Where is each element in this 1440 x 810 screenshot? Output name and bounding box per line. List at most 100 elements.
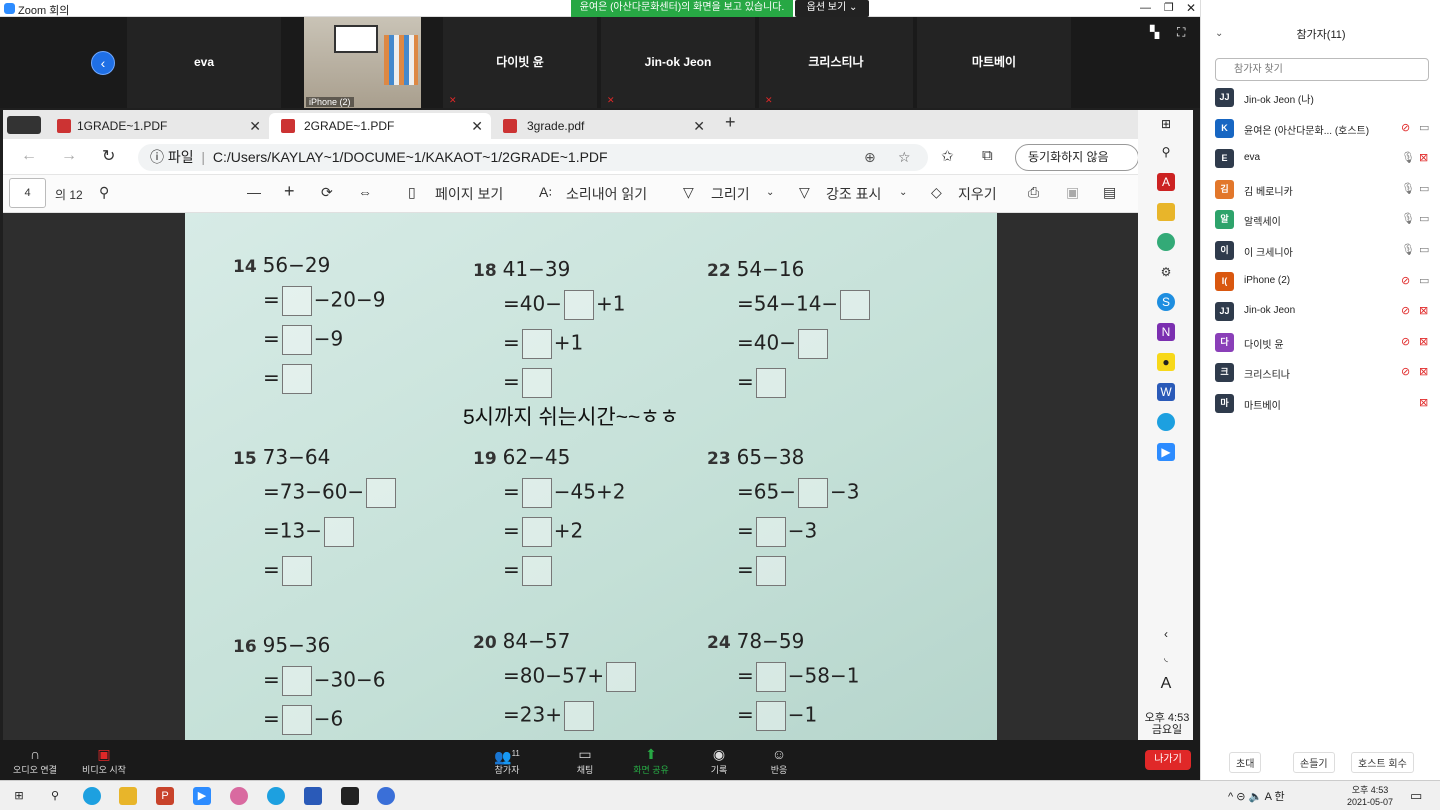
draw-button[interactable]: 그리기 xyxy=(711,184,750,204)
fullscreen-icon[interactable]: ⛶ xyxy=(1177,25,1185,40)
network-icon[interactable]: ⊝ xyxy=(1236,791,1245,803)
participant-row[interactable]: JJ Jin-ok Jeon ⊘ ⊠ xyxy=(1201,298,1440,328)
acrobat-icon[interactable]: A xyxy=(1157,173,1175,191)
inkscape-icon[interactable] xyxy=(341,787,359,805)
tab-3grade[interactable]: 3grade.pdf ✕ xyxy=(491,113,713,139)
page-number-input[interactable]: 4 xyxy=(9,178,46,208)
chat-button[interactable]: ▭ 채팅 xyxy=(566,745,604,776)
ime-hangul-indicator[interactable]: 한 xyxy=(1274,791,1284,803)
edge-icon[interactable] xyxy=(267,787,285,805)
minimize-icon[interactable]: — xyxy=(1140,2,1151,14)
ime-mode-icon[interactable]: A xyxy=(1157,675,1175,693)
read-aloud-button[interactable]: 소리내어 읽기 xyxy=(566,184,647,204)
kakaotalk-icon[interactable]: ● xyxy=(1157,353,1175,371)
video-tile[interactable]: Jin-ok Jeon ✕ xyxy=(601,17,755,108)
chevron-up-icon[interactable]: ^ xyxy=(1228,791,1233,803)
windows-icon[interactable]: ⊞ xyxy=(1157,115,1175,133)
skype-icon[interactable]: S xyxy=(1157,293,1175,311)
paint-icon[interactable] xyxy=(230,787,248,805)
save-icon[interactable]: ▣ xyxy=(1066,184,1079,201)
video-tile[interactable]: 크리스티나 ✕ xyxy=(759,17,913,108)
participant-row[interactable]: 이 이 크세니아 🎙 ▭ xyxy=(1201,237,1440,267)
print-icon[interactable]: ⎙ xyxy=(1028,184,1039,201)
refresh-icon[interactable]: ↻ xyxy=(102,146,115,166)
participant-search-input[interactable]: 참가자 찾기 xyxy=(1215,58,1429,81)
zoom-icon[interactable]: ▶ xyxy=(193,787,211,805)
collections-icon[interactable]: ⧉ xyxy=(982,147,993,164)
zoom-in-icon[interactable]: + xyxy=(284,181,295,202)
settings-icon[interactable]: ⚙ xyxy=(1157,263,1175,281)
video-tile-iphone[interactable]: iPhone (2) xyxy=(304,17,421,108)
tab-close-icon[interactable]: ✕ xyxy=(693,113,705,139)
leave-button[interactable]: 나가기 xyxy=(1145,750,1191,770)
folder-icon[interactable] xyxy=(1157,203,1175,221)
chrome-icon[interactable] xyxy=(1157,233,1175,251)
word-icon[interactable]: W xyxy=(1157,383,1175,401)
participant-row[interactable]: 알 알렉세이 🎙 ▭ xyxy=(1201,206,1440,236)
app-icon[interactable] xyxy=(304,787,322,805)
search-icon[interactable]: ⚲ xyxy=(99,184,109,201)
audio-button[interactable]: ∩ 오디오 연결 xyxy=(8,745,62,776)
view-options-button[interactable]: 옵션 보기 ⌄ xyxy=(795,0,869,17)
start-icon[interactable]: ⊞ xyxy=(10,787,28,805)
video-button[interactable]: ▣ 비디오 시작 xyxy=(76,745,132,776)
participant-row[interactable]: 다 다이빗 윤 ⊘ ⊠ xyxy=(1201,329,1440,359)
participant-row[interactable]: K 윤여은 (아산다문화... (호스트) ⊘ ▭ xyxy=(1201,115,1440,145)
participant-row[interactable]: I(iPhone (2) ⊘ ▭ xyxy=(1201,268,1440,298)
reclaim-host-button[interactable]: 호스트 회수 xyxy=(1351,752,1414,773)
participant-row[interactable]: Eeva 🎙 ⊠ xyxy=(1201,145,1440,175)
forward-icon[interactable]: → xyxy=(61,147,77,165)
taskbar-clock[interactable]: 오후 4:53 2021-05-07 xyxy=(1345,784,1395,808)
reactions-button[interactable]: ☺ 반응 xyxy=(760,745,798,776)
erase-button[interactable]: 지우기 xyxy=(958,184,997,204)
tab-close-icon[interactable]: ✕ xyxy=(249,113,261,139)
network-icon[interactable]: ◟ xyxy=(1157,650,1175,668)
edge-icon[interactable] xyxy=(1157,413,1175,431)
participants-button[interactable]: 👥11 참가자 xyxy=(488,745,526,776)
page-view-button[interactable]: 페이지 보기 xyxy=(435,184,503,204)
layout-icon[interactable]: ▚ xyxy=(1150,25,1159,39)
zoom-app-icon[interactable]: ▶ xyxy=(1157,443,1175,461)
chevron-down-icon[interactable]: ⌄ xyxy=(899,187,907,198)
onenote-icon[interactable]: N xyxy=(1157,323,1175,341)
url-field[interactable]: ⓘ 파일 | C:/Users/KAYLAY~1/DOCUME~1/KAKAOT… xyxy=(138,144,928,171)
invite-button[interactable]: 초대 xyxy=(1229,752,1262,773)
tab-1grade[interactable]: 1GRADE~1.PDF ✕ xyxy=(23,113,269,139)
tab-close-icon[interactable]: ✕ xyxy=(471,113,483,139)
tab-2grade[interactable]: 2GRADE~1.PDF ✕ xyxy=(269,113,491,139)
favorites-icon[interactable]: ✩ xyxy=(941,147,954,165)
powerpoint-icon[interactable]: P xyxy=(156,787,174,805)
notification-icon[interactable]: ▭ xyxy=(1410,788,1422,804)
record-button[interactable]: ◉ 기록 xyxy=(700,745,738,776)
pdf-viewer[interactable]: 14 56−29 = −20−9 = −9 = 18 41−39 =40− +1 = +1 … xyxy=(3,213,1138,740)
sync-button[interactable]: 동기화하지 않음 xyxy=(1015,144,1139,171)
video-tile[interactable]: eva xyxy=(127,17,281,108)
volume-icon[interactable]: 🔈 xyxy=(1249,791,1263,803)
participant-row[interactable]: 김 김 베로니카 🎙 ▭ xyxy=(1201,176,1440,206)
zoom-icon[interactable]: ⊕ xyxy=(864,144,876,171)
edge-icon[interactable] xyxy=(83,787,101,805)
chevron-left-icon[interactable]: ‹ xyxy=(1157,625,1175,643)
back-icon[interactable]: ← xyxy=(21,147,37,165)
search-icon[interactable]: ⚲ xyxy=(1157,143,1175,161)
video-tile[interactable]: 마트베이 xyxy=(917,17,1071,108)
chevron-down-icon[interactable]: ⌄ xyxy=(766,187,774,198)
close-icon[interactable]: ✕ xyxy=(1186,1,1196,15)
raise-hand-button[interactable]: 손들기 xyxy=(1293,752,1335,773)
add-favorite-icon[interactable]: ☆ xyxy=(898,144,911,171)
new-tab-button[interactable]: + xyxy=(725,112,736,133)
video-tile[interactable]: 다이빗 윤 ✕ xyxy=(443,17,597,108)
save-as-icon[interactable]: ▤ xyxy=(1103,184,1116,201)
highlight-button[interactable]: 강조 표시 xyxy=(826,184,881,204)
participant-row[interactable]: 크 크리스티나 ⊘ ⊠ xyxy=(1201,359,1440,389)
gallery-prev-button[interactable]: ‹ xyxy=(91,51,115,75)
ime-indicator[interactable]: A xyxy=(1265,791,1272,803)
folder-icon[interactable] xyxy=(119,787,137,805)
zoom-out-icon[interactable]: — xyxy=(247,184,261,200)
search-icon[interactable]: ⚲ xyxy=(46,787,64,805)
participant-row[interactable]: 마 마트베이 ⊠ xyxy=(1201,390,1440,420)
rotate-icon[interactable]: ⟳ xyxy=(321,184,333,201)
participant-row[interactable]: JJ Jin-ok Jeon (나) xyxy=(1201,84,1440,114)
app-icon[interactable] xyxy=(377,787,395,805)
share-screen-button[interactable]: ⬆ 화면 공유 xyxy=(626,745,676,776)
